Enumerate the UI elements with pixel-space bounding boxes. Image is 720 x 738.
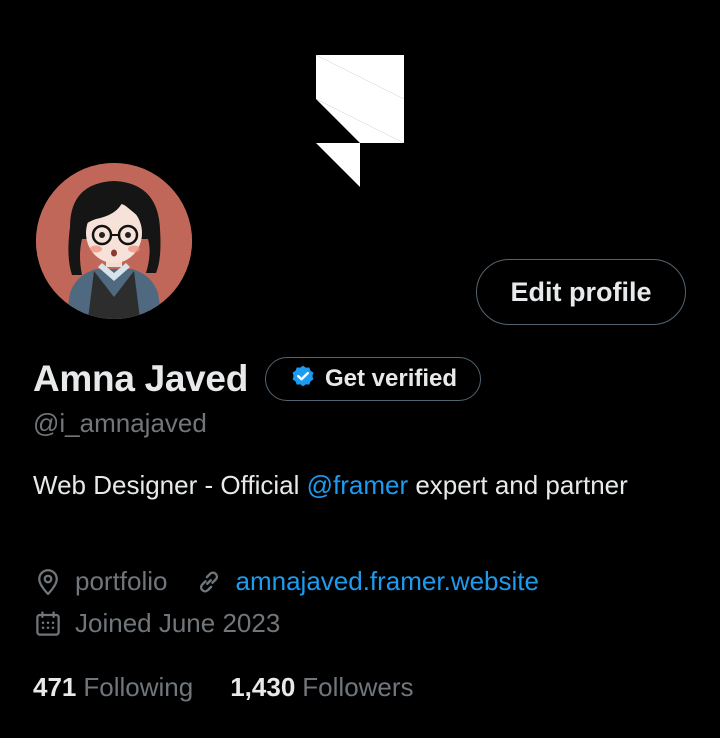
bio: Web Designer - Official @framer expert a… bbox=[33, 466, 653, 504]
followers-link[interactable]: 1,430 Followers bbox=[230, 672, 413, 703]
joined-row: Joined June 2023 bbox=[33, 608, 280, 639]
location-pin-icon bbox=[33, 567, 63, 597]
handle: @i_amnajaved bbox=[33, 408, 207, 438]
avatar[interactable] bbox=[36, 163, 192, 319]
bio-prefix: Web Designer - Official bbox=[33, 470, 307, 500]
link-icon bbox=[194, 567, 224, 597]
following-label: Following bbox=[83, 672, 194, 702]
framer-logo-icon bbox=[316, 55, 404, 187]
joined-text: Joined June 2023 bbox=[75, 608, 281, 638]
get-verified-label: Get verified bbox=[325, 365, 458, 392]
followers-label: Followers bbox=[302, 672, 414, 702]
edit-profile-button[interactable]: Edit profile bbox=[476, 259, 686, 325]
joined-date: Joined June 2023 bbox=[33, 608, 280, 639]
name-row: Amna Javed Get verified bbox=[33, 356, 482, 402]
following-link[interactable]: 471 Following bbox=[33, 672, 193, 703]
website-link[interactable]: amnajaved.framer.website bbox=[236, 566, 539, 597]
bio-mention-link[interactable]: @framer bbox=[307, 470, 409, 500]
verified-badge-icon bbox=[290, 364, 316, 395]
bio-suffix: expert and partner bbox=[408, 470, 628, 500]
location-text: portfolio bbox=[75, 566, 168, 596]
follow-stats: 471 Following 1,430 Followers bbox=[33, 672, 414, 703]
display-name: Amna Javed bbox=[33, 358, 248, 399]
calendar-icon bbox=[33, 609, 63, 639]
following-count: 471 bbox=[33, 672, 77, 702]
website[interactable]: amnajaved.framer.website bbox=[194, 566, 539, 597]
get-verified-button[interactable]: Get verified bbox=[265, 357, 482, 401]
location: portfolio bbox=[33, 566, 168, 597]
profile-meta-row: portfolio amnajaved.framer.website bbox=[33, 566, 539, 597]
followers-count: 1,430 bbox=[230, 672, 296, 702]
